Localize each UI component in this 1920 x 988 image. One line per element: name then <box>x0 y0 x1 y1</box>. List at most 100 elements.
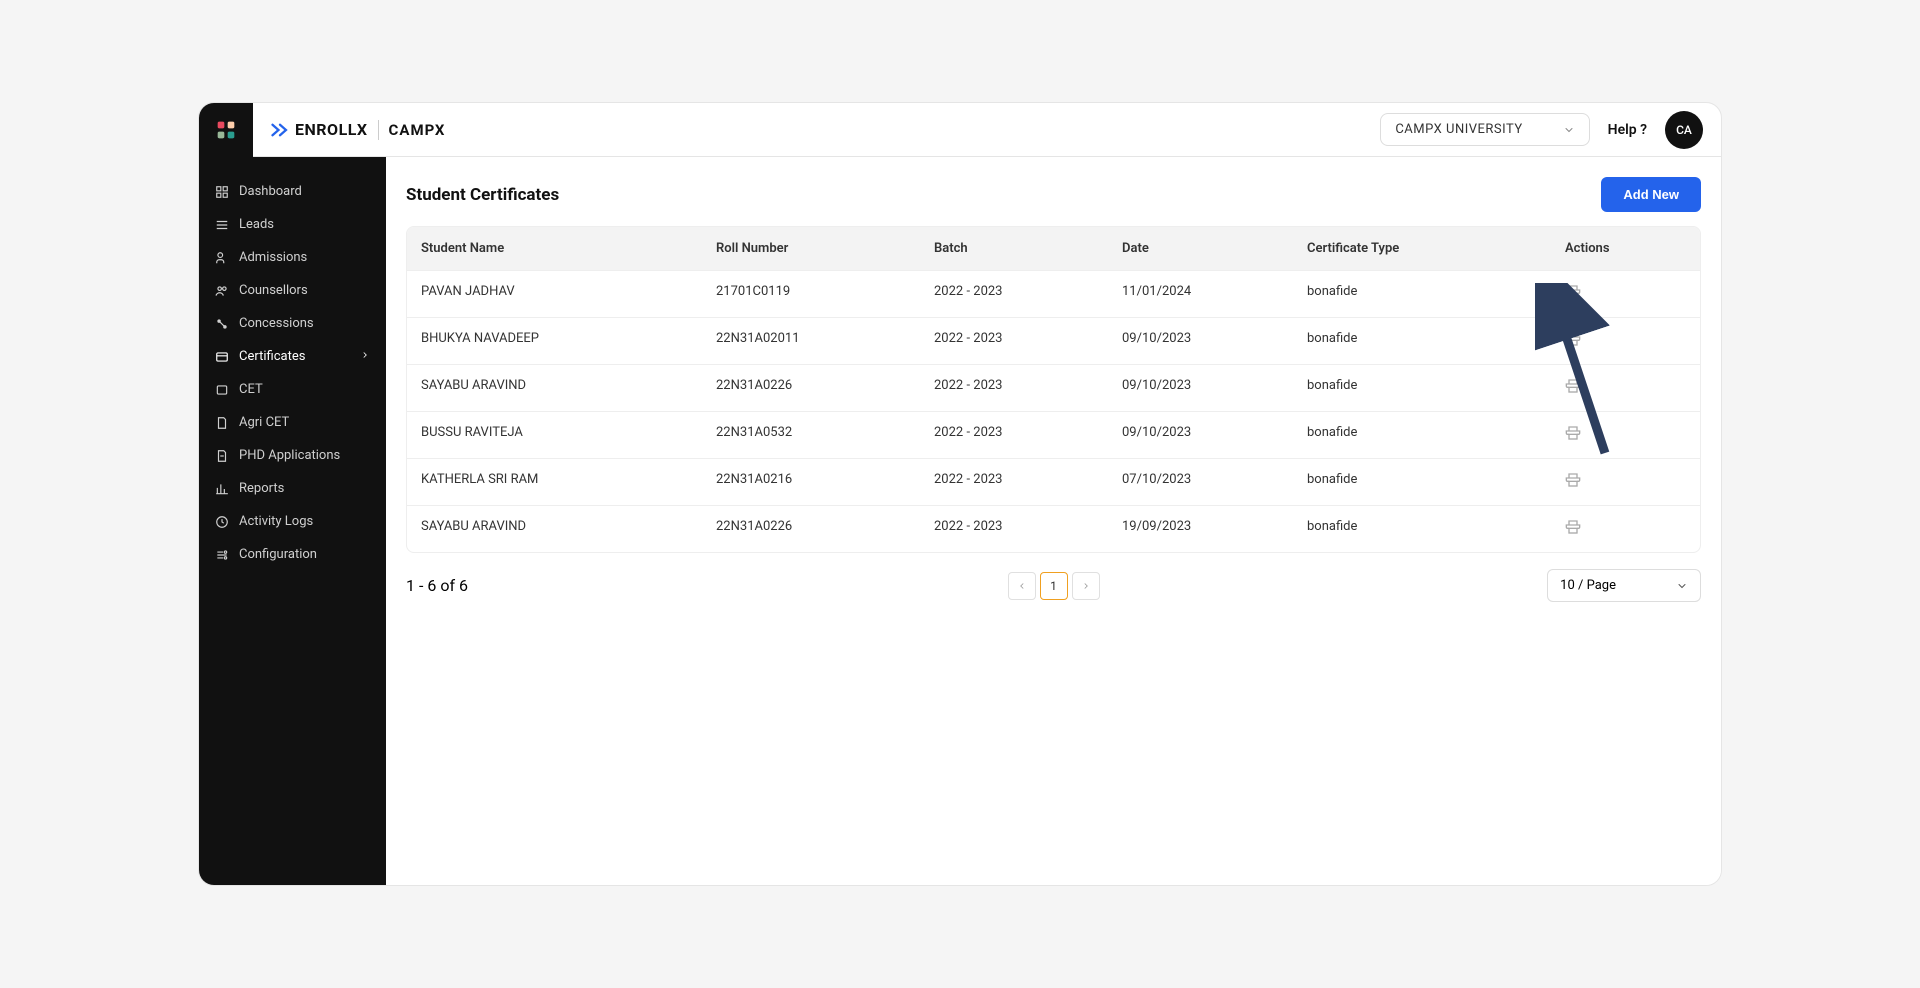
agricet-icon <box>215 416 229 430</box>
cell-type: bonafide <box>1307 378 1565 398</box>
cell-date: 07/10/2023 <box>1122 472 1307 492</box>
col-header-roll: Roll Number <box>716 241 934 256</box>
page-title: Student Certificates <box>406 185 559 205</box>
page-head: Student Certificates Add New <box>406 177 1701 212</box>
add-new-button[interactable]: Add New <box>1601 177 1701 212</box>
cell-roll: 22N31A02011 <box>716 331 934 351</box>
sidebar-item-label: Admissions <box>239 250 307 265</box>
col-header-batch: Batch <box>934 241 1122 256</box>
body: Dashboard Leads Admissions Counsellors C… <box>199 157 1721 885</box>
print-icon[interactable] <box>1565 284 1581 300</box>
certificates-icon <box>215 350 229 364</box>
sidebar-item-leads[interactable]: Leads <box>199 208 386 241</box>
sidebar-item-label: Configuration <box>239 547 317 562</box>
help-link[interactable]: Help ? <box>1608 122 1647 138</box>
sidebar-item-label: Certificates <box>239 349 305 364</box>
chevron-right-icon <box>360 349 370 364</box>
sidebar-item-admissions[interactable]: Admissions <box>199 241 386 274</box>
cell-date: 09/10/2023 <box>1122 425 1307 445</box>
sidebar-item-phd[interactable]: PHD Applications <box>199 439 386 472</box>
pager-page-1[interactable]: 1 <box>1040 572 1068 600</box>
brand-enrollx-text: ENROLLX <box>295 120 368 139</box>
cell-roll: 22N31A0226 <box>716 378 934 398</box>
table-row: SAYABU ARAVIND22N31A02262022 - 202319/09… <box>407 505 1700 552</box>
table-row: BUSSU RAVITEJA22N31A05322022 - 202309/10… <box>407 411 1700 458</box>
cell-actions <box>1565 425 1686 445</box>
chevron-down-icon <box>1563 124 1575 136</box>
sidebar-item-counsellors[interactable]: Counsellors <box>199 274 386 307</box>
table-body: PAVAN JADHAV21701C01192022 - 202311/01/2… <box>407 270 1700 552</box>
sidebar-item-dashboard[interactable]: Dashboard <box>199 175 386 208</box>
table-header: Student Name Roll Number Batch Date Cert… <box>407 227 1700 270</box>
university-select[interactable]: CAMPX UNIVERSITY <box>1380 113 1589 146</box>
print-icon[interactable] <box>1565 425 1581 441</box>
sidebar-item-label: Reports <box>239 481 284 496</box>
print-icon[interactable] <box>1565 472 1581 488</box>
pager-page-label: 1 <box>1050 579 1057 593</box>
page-size-select[interactable]: 10 / Page <box>1547 569 1701 602</box>
sidebar-item-config[interactable]: Configuration <box>199 538 386 571</box>
avatar[interactable]: CA <box>1665 111 1703 149</box>
chevron-left-icon <box>1017 581 1027 591</box>
sidebar-item-label: PHD Applications <box>239 448 340 463</box>
dashboard-icon <box>215 185 229 199</box>
cell-type: bonafide <box>1307 472 1565 492</box>
cell-name: SAYABU ARAVIND <box>421 378 716 398</box>
sidebar-item-label: Agri CET <box>239 415 289 430</box>
activity-icon <box>215 515 229 529</box>
sidebar-item-certificates[interactable]: Certificates <box>199 340 386 373</box>
sidebar-item-cet[interactable]: CET <box>199 373 386 406</box>
cell-actions <box>1565 331 1686 351</box>
table-row: SAYABU ARAVIND22N31A02262022 - 202309/10… <box>407 364 1700 411</box>
table-row: PAVAN JADHAV21701C01192022 - 202311/01/2… <box>407 270 1700 317</box>
avatar-initials: CA <box>1676 123 1692 137</box>
print-icon[interactable] <box>1565 331 1581 347</box>
brand-campx: CAMPX <box>389 121 446 139</box>
cet-icon <box>215 383 229 397</box>
pager-next[interactable] <box>1072 572 1100 600</box>
certificates-table: Student Name Roll Number Batch Date Cert… <box>406 226 1701 553</box>
sidebar-item-concessions[interactable]: Concessions <box>199 307 386 340</box>
cell-batch: 2022 - 2023 <box>934 284 1122 304</box>
sidebar-item-reports[interactable]: Reports <box>199 472 386 505</box>
page-size-label: 10 / Page <box>1560 578 1616 593</box>
table-row: BHUKYA NAVADEEP22N31A020112022 - 202309/… <box>407 317 1700 364</box>
table-row: KATHERLA SRI RAM22N31A02162022 - 202307/… <box>407 458 1700 505</box>
leads-icon <box>215 218 229 232</box>
brand-divider <box>378 120 379 140</box>
concessions-icon <box>215 317 229 331</box>
print-icon[interactable] <box>1565 519 1581 535</box>
sidebar-item-label: CET <box>239 382 263 397</box>
header: ENROLLX CAMPX CAMPX UNIVERSITY Help ? CA <box>199 103 1721 157</box>
cell-batch: 2022 - 2023 <box>934 472 1122 492</box>
cell-name: SAYABU ARAVIND <box>421 519 716 539</box>
cell-name: BUSSU RAVITEJA <box>421 425 716 445</box>
cell-actions <box>1565 284 1686 304</box>
counsellors-icon <box>215 284 229 298</box>
phd-icon <box>215 449 229 463</box>
admissions-icon <box>215 251 229 265</box>
cell-actions <box>1565 378 1686 398</box>
chevron-right-icon <box>1081 581 1091 591</box>
col-header-actions: Actions <box>1565 241 1686 256</box>
app-menu-badge[interactable] <box>199 103 253 157</box>
cell-type: bonafide <box>1307 284 1565 304</box>
cell-actions <box>1565 472 1686 492</box>
chevrons-icon <box>271 123 289 137</box>
cell-type: bonafide <box>1307 519 1565 539</box>
pagination-summary: 1 - 6 of 6 <box>406 576 468 595</box>
cell-type: bonafide <box>1307 425 1565 445</box>
cell-date: 09/10/2023 <box>1122 331 1307 351</box>
main: Student Certificates Add New Student Nam… <box>386 157 1721 885</box>
brand-block: ENROLLX CAMPX <box>253 120 445 140</box>
pager-prev[interactable] <box>1008 572 1036 600</box>
sidebar-item-agricet[interactable]: Agri CET <box>199 406 386 439</box>
university-select-label: CAMPX UNIVERSITY <box>1395 122 1522 137</box>
add-new-label: Add New <box>1623 187 1679 202</box>
sidebar-item-label: Concessions <box>239 316 314 331</box>
sidebar-item-activity[interactable]: Activity Logs <box>199 505 386 538</box>
brand-enrollx: ENROLLX <box>271 120 368 139</box>
print-icon[interactable] <box>1565 378 1581 394</box>
app-window: ENROLLX CAMPX CAMPX UNIVERSITY Help ? CA… <box>198 102 1722 886</box>
cell-actions <box>1565 519 1686 539</box>
